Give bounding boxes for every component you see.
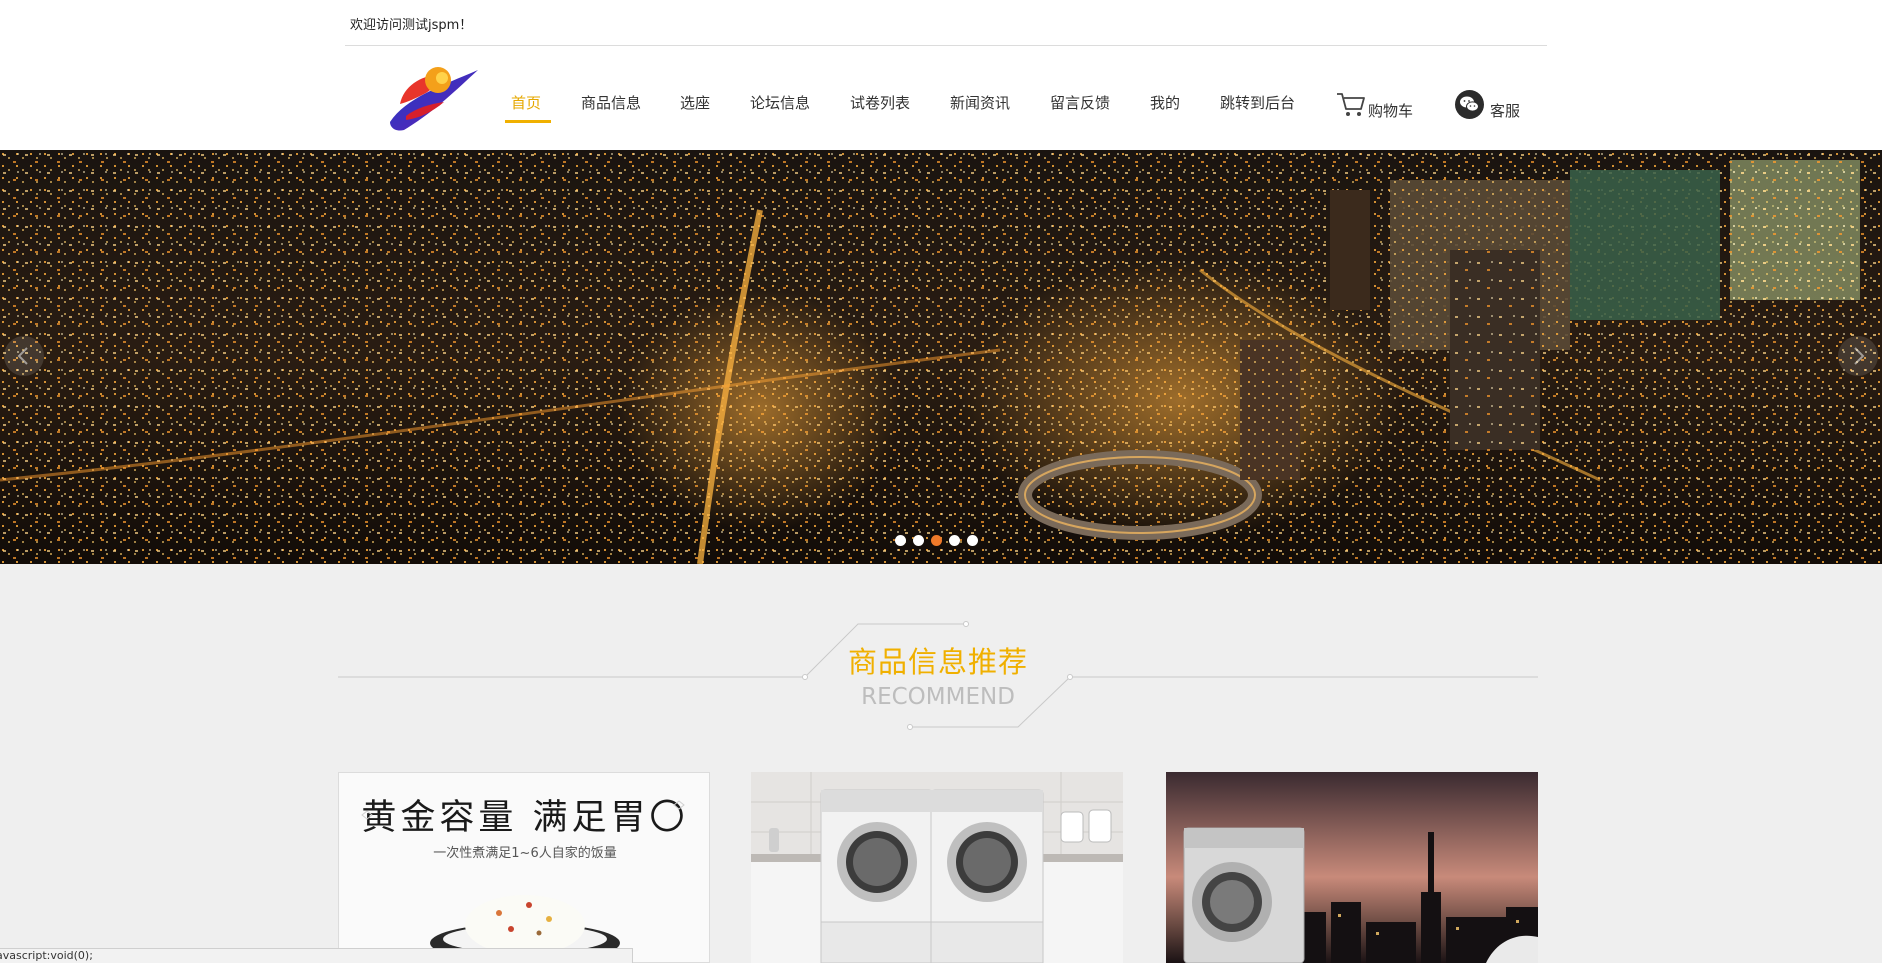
nav-item-home[interactable]: 首页 (505, 92, 552, 123)
nav-item-admin[interactable]: 跳转到后台 (1220, 92, 1295, 113)
product-card[interactable] (751, 772, 1123, 963)
section-title-en: RECOMMEND (861, 684, 1015, 710)
carousel-prev-arrow[interactable] (4, 336, 44, 376)
nav-item-forum[interactable]: 论坛信息 (750, 92, 810, 113)
chevron-left-icon (17, 347, 28, 365)
nav-item-exam-list[interactable]: 试卷列表 (850, 92, 910, 113)
nav-item-label: 论坛信息 (750, 94, 811, 112)
carousel-next-arrow[interactable] (1838, 336, 1878, 376)
welcome-text: 欢迎访问测试jspm！ (350, 18, 473, 33)
cart-label: 购物车 (1368, 102, 1414, 120)
banner-carousel[interactable] (0, 150, 1882, 564)
recommend-section-title: 商品信息推荐 RECOMMEND (338, 615, 1538, 735)
site-header: 欢迎访问测试jspm！ 首页 商品信息 选座 论坛信息 试卷列表 新闻资讯 留言 (0, 0, 1882, 150)
wechat-icon (1455, 90, 1484, 119)
nav-item-feedback[interactable]: 留言反馈 (1050, 92, 1110, 113)
active-nav-underline (505, 120, 552, 123)
product-image-washing-machine-city (1166, 772, 1538, 963)
service-label: 客服 (1490, 102, 1521, 120)
product-card[interactable]: 黄金容量 满足胃〇 一次性煮满足1~6人自家的饭量 (338, 772, 710, 963)
nav-item-mine[interactable]: 我的 (1150, 92, 1180, 113)
nav-item-news[interactable]: 新闻资讯 (950, 92, 1010, 113)
nav-item-label: 首页 (511, 94, 542, 112)
product-card[interactable] (1166, 772, 1538, 963)
product-image-rice-bowl (361, 800, 685, 962)
nav-item-label: 新闻资讯 (950, 94, 1011, 112)
product-image-washer-dryer (751, 772, 1123, 963)
status-text: avascript:void(0); (0, 949, 93, 962)
nav-item-products[interactable]: 商品信息 (581, 92, 641, 113)
carousel-dot[interactable] (895, 535, 906, 546)
carousel-dot[interactable] (967, 535, 978, 546)
nav-item-label: 选座 (680, 94, 711, 112)
carousel-dot[interactable] (913, 535, 924, 546)
browser-status-bar: avascript:void(0); (0, 948, 633, 963)
site-logo[interactable] (386, 60, 482, 136)
banner-city-night-image (0, 150, 1882, 564)
section-title-cn: 商品信息推荐 (847, 645, 1028, 679)
welcome-bar: 欢迎访问测试jspm！ (345, 0, 1547, 46)
nav-item-label: 留言反馈 (1050, 94, 1111, 112)
nav-item-label: 商品信息 (581, 94, 642, 112)
carousel-dot[interactable] (949, 535, 960, 546)
carousel-dot-active[interactable] (931, 535, 942, 546)
nav-item-label: 跳转到后台 (1220, 94, 1296, 112)
nav-item-seat-selection[interactable]: 选座 (680, 92, 710, 113)
nav-item-label: 试卷列表 (850, 94, 911, 112)
shopping-cart-icon (1337, 93, 1365, 116)
chevron-right-icon (1854, 347, 1865, 365)
nav-item-label: 我的 (1150, 94, 1181, 112)
